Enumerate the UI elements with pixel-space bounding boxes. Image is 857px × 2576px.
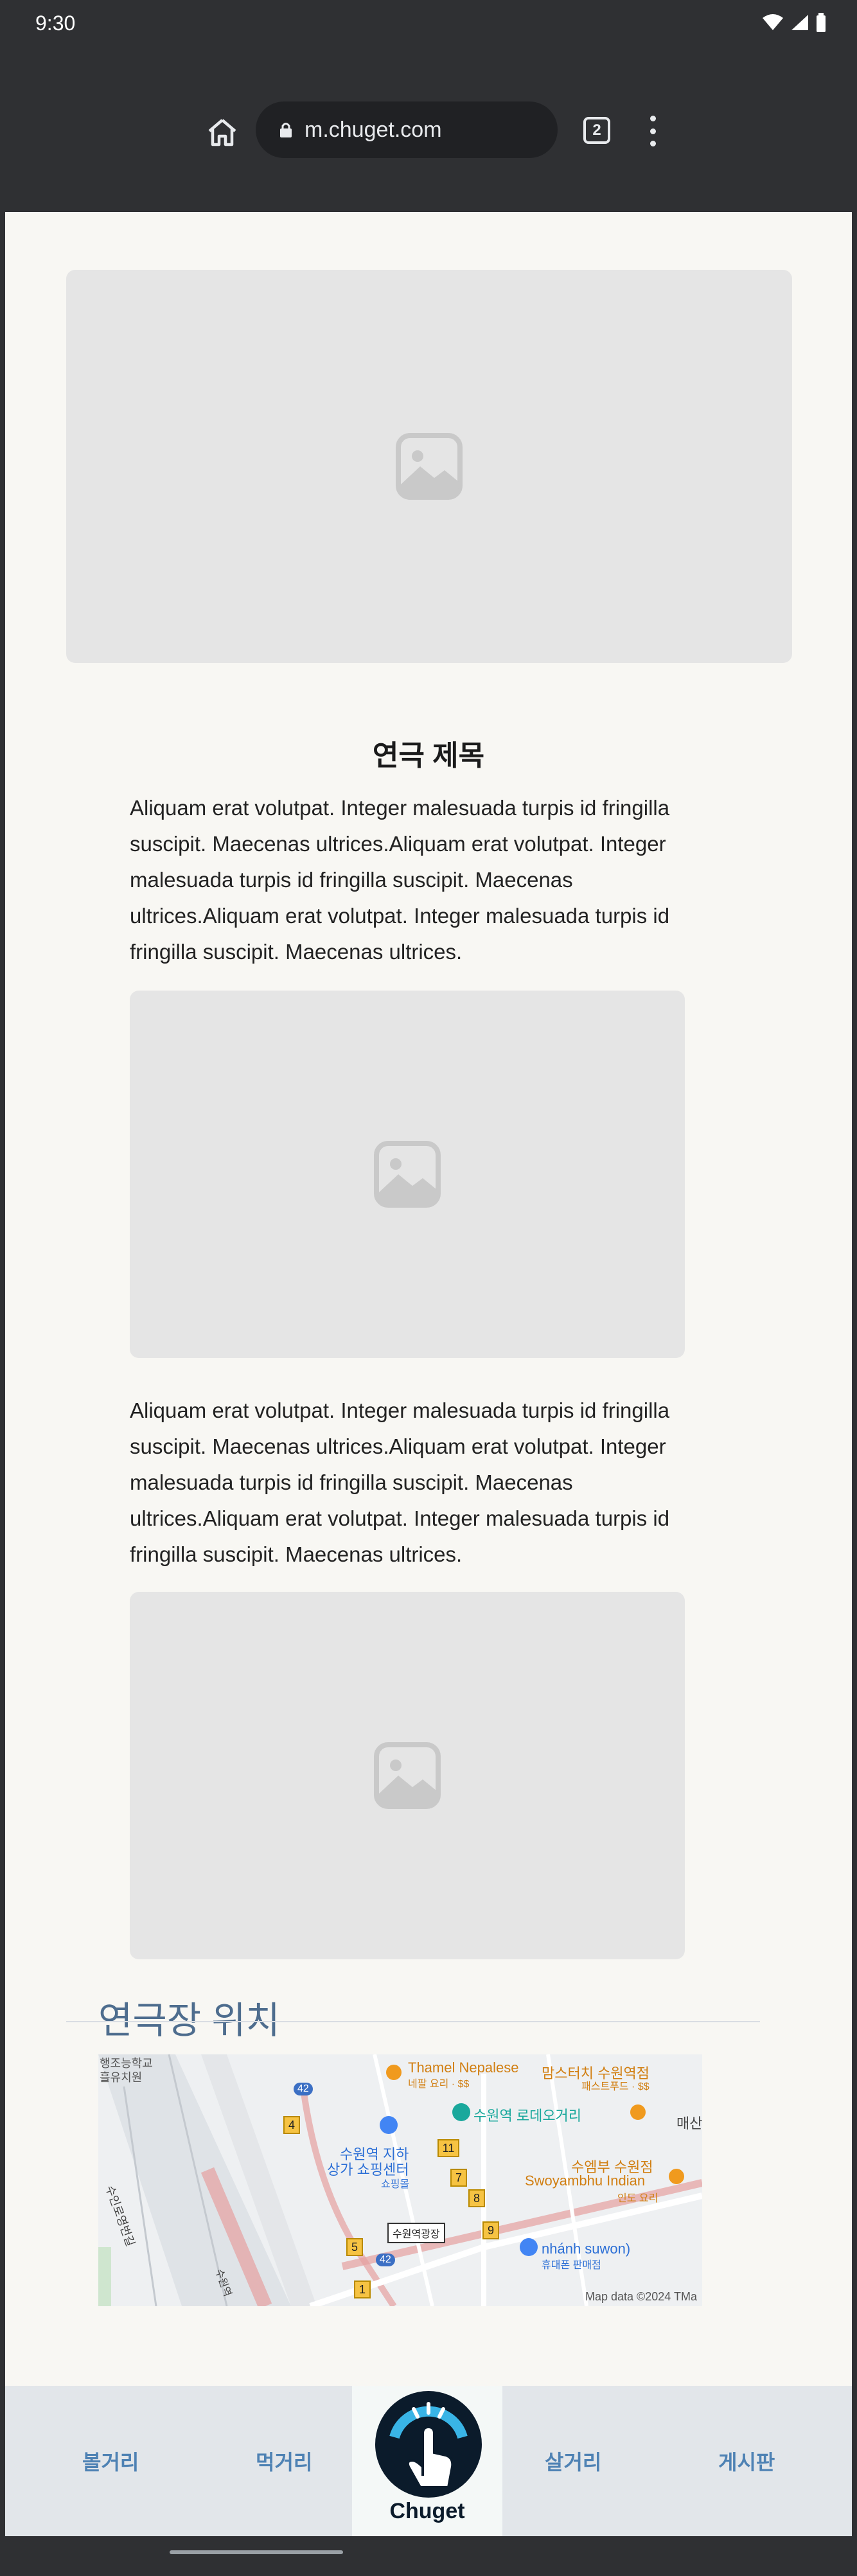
map-label: 흘유치원: [100, 2071, 143, 2084]
tabs-icon: 2: [592, 121, 601, 139]
url-text: m.chuget.com: [305, 117, 442, 142]
exit-marker: 1: [354, 2280, 371, 2298]
location-heading: 연극장 위치: [98, 2000, 280, 2042]
bottom-navigation: 볼거리 먹거리 Chuget 살거리 게시판: [5, 2386, 852, 2536]
bus-stop-label: 42: [376, 2254, 395, 2266]
exit-marker: 9: [482, 2221, 499, 2239]
gesture-handle[interactable]: [170, 2550, 343, 2554]
lock-icon: [280, 123, 292, 137]
image-placeholder-icon: [374, 1141, 441, 1208]
nav-item-shopping[interactable]: 살거리: [545, 2446, 601, 2476]
exit-marker: 5: [346, 2238, 363, 2256]
map-label: 휴대폰 판매점: [542, 2260, 601, 2271]
image-placeholder-icon: [396, 433, 463, 500]
map-label: 매산: [676, 2115, 702, 2131]
nav-item-food[interactable]: 먹거리: [256, 2446, 312, 2476]
menu-dot: [649, 128, 656, 134]
image-placeholder-icon: [374, 1742, 441, 1809]
map-label: 쇼핑몰: [381, 2179, 410, 2190]
wifi-icon: [763, 14, 783, 30]
home-icon: [208, 119, 236, 146]
map-label: Thamel Nepalese: [408, 2060, 519, 2076]
home-logo-button[interactable]: Chuget: [352, 2386, 502, 2536]
map-label: 인도 요리: [617, 2193, 658, 2204]
exit-marker: 11: [437, 2139, 459, 2157]
hero-image-placeholder: [66, 270, 792, 663]
browser-toolbar: m.chuget.com 2: [0, 51, 857, 212]
page-title: 연극 제목: [372, 740, 485, 772]
station-label: 수원역광장: [387, 2223, 445, 2243]
content-image-placeholder-1: [130, 991, 685, 1358]
description-paragraph-1: Aliquam erat volutpat. Integer malesuada…: [130, 796, 670, 964]
bus-stop-label: 42: [294, 2083, 313, 2095]
logo-icon: [375, 2391, 482, 2498]
home-button[interactable]: [204, 114, 240, 150]
nav-item-sightseeing[interactable]: 볼거리: [82, 2446, 139, 2476]
section-divider: [66, 2021, 760, 2022]
menu-button[interactable]: [646, 116, 659, 146]
map-credit: Map data ©2024 TMa: [585, 2290, 697, 2303]
map-label: 네팔 요리 · $$: [408, 2079, 470, 2090]
description-paragraph-2: Aliquam erat volutpat. Integer malesuada…: [130, 1398, 670, 1566]
hand-pointer-icon: [389, 2402, 468, 2489]
status-bar: 9:30: [0, 0, 857, 51]
content-image-placeholder-2: [130, 1592, 685, 1959]
menu-icon: [649, 116, 656, 121]
map-label: 패스트푸드 · $$: [581, 2081, 649, 2092]
page-content: 연극 제목 Aliquam erat volutpat. Integer mal…: [5, 212, 852, 2536]
exit-marker: 7: [450, 2169, 467, 2187]
map-label: Swoyambhu Indian: [525, 2173, 646, 2189]
exit-marker: 4: [283, 2116, 300, 2134]
tabs-button[interactable]: 2: [583, 117, 610, 144]
system-navigation-bar: [0, 2536, 857, 2576]
menu-dot: [649, 141, 656, 146]
location-map[interactable]: Thamel Nepalese 네팔 요리 · $$ 맘스터치 수원역점 패스트…: [98, 2054, 702, 2306]
address-bar[interactable]: m.chuget.com: [256, 101, 558, 158]
exit-marker: 8: [468, 2189, 485, 2207]
map-label: 수원역 로데오거리: [473, 2108, 582, 2124]
logo-text: Chuget: [389, 2499, 465, 2523]
battery-icon: [817, 13, 826, 32]
status-time: 9:30: [35, 12, 76, 35]
nav-item-board[interactable]: 게시판: [718, 2446, 775, 2476]
signal-icon: [791, 15, 808, 30]
map-label: nhánh suwon): [542, 2241, 631, 2257]
status-icons: [762, 13, 826, 32]
